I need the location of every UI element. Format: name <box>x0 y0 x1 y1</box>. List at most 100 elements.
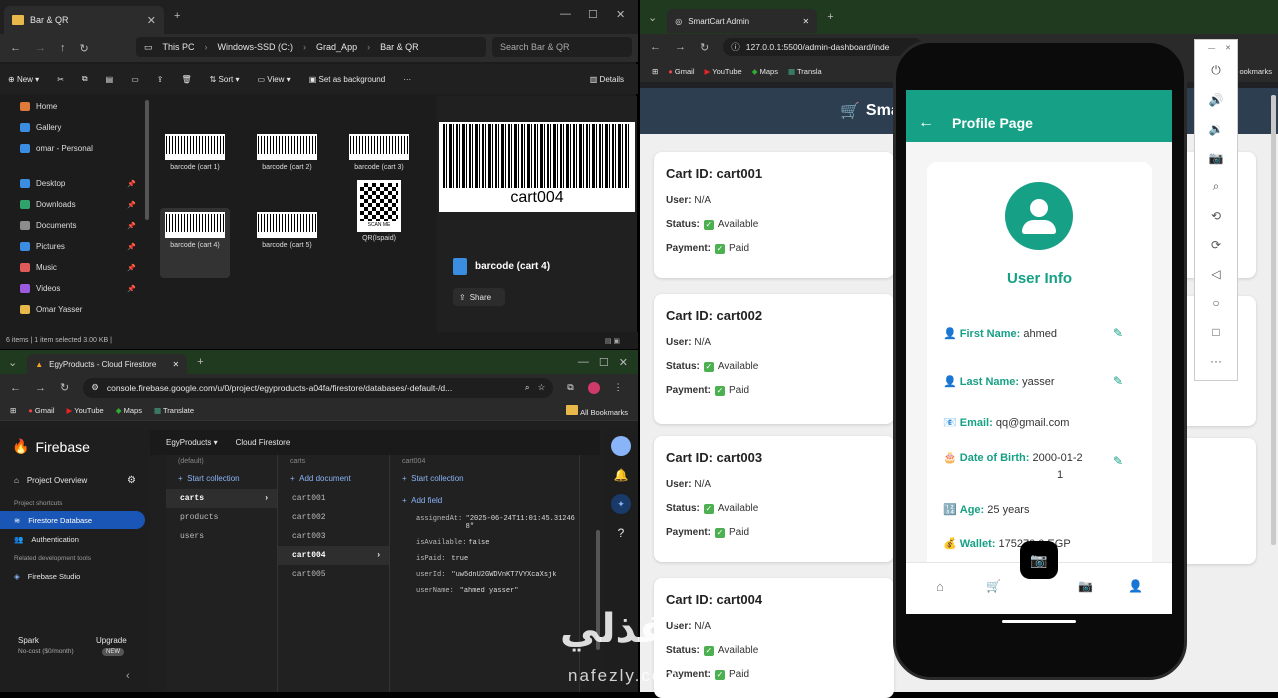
back-icon[interactable]: ← <box>10 42 21 54</box>
home-circle-icon[interactable]: ○ <box>1195 288 1237 317</box>
nav-authentication[interactable]: 👥 Authentication <box>0 529 150 549</box>
sidebar-scrollbar[interactable] <box>145 100 149 220</box>
add-action-button[interactable]: + Start collection <box>166 467 277 489</box>
close-window-icon[interactable]: ✕ <box>616 8 625 21</box>
bookmark-gmail[interactable]: ● Gmail <box>28 406 54 415</box>
site-info-icon[interactable]: ⓘ <box>731 41 740 53</box>
explorer-search-input[interactable]: Search Bar & QR <box>492 37 632 57</box>
rename-icon[interactable]: ▭ <box>131 75 139 84</box>
bookmark-youtube[interactable]: ▶ YouTube <box>67 406 104 415</box>
volume-down-icon[interactable]: 🔉 <box>1195 114 1237 143</box>
sort-button[interactable]: ⇅ Sort ▾ <box>210 75 240 84</box>
breadcrumb-grad-app[interactable]: Grad_App <box>316 42 357 52</box>
file-thumbnail[interactable]: SCAN ME QR(Ispaid) <box>344 180 414 250</box>
delete-icon[interactable]: 🗑 <box>181 75 191 84</box>
more-icon[interactable]: ··· <box>403 75 411 84</box>
apps-icon[interactable]: ⊞ <box>652 67 658 76</box>
overview-square-icon[interactable]: □ <box>1195 317 1237 346</box>
cut-icon[interactable]: ✂ <box>57 75 64 84</box>
file-thumbnail[interactable]: barcode (cart 1) <box>160 130 230 200</box>
screenshot-icon[interactable]: 📷 <box>1195 143 1237 172</box>
forward-icon[interactable]: → <box>35 42 46 54</box>
add-action-button[interactable]: + Start collection <box>390 467 579 489</box>
new-tab-icon[interactable]: + <box>827 11 833 23</box>
document-field[interactable]: assignedAt: "2025-06-24T11:01:45.312468" <box>390 511 579 535</box>
smartcart-address-bar[interactable]: ⓘ 127.0.0.1:5500/admin-dashboard/inde <box>723 38 924 56</box>
bookmark-gmail[interactable]: ● Gmail <box>668 67 694 76</box>
breadcrumb-bar-qr[interactable]: Bar & QR <box>380 42 419 52</box>
share-button[interactable]: ⇪ Share <box>453 288 505 306</box>
copy-icon[interactable]: ⧉ <box>82 74 88 84</box>
close-tab-icon[interactable]: ✕ <box>147 14 156 27</box>
up-icon[interactable]: ↑ <box>60 42 66 54</box>
sidebar-item[interactable]: Home <box>0 96 150 117</box>
sidebar-item[interactable]: Downloads 📌 <box>0 194 150 215</box>
firebase-brand[interactable]: 🔥 Firebase <box>0 430 150 463</box>
firebase-tab[interactable]: ▲ EgyProducts - Cloud Firestore ✕ <box>27 354 188 374</box>
maximize-icon[interactable]: ☐ <box>588 8 598 21</box>
refresh-icon[interactable]: ↻ <box>80 42 89 55</box>
minimize-icon[interactable]: — <box>560 8 571 20</box>
back-arrow-icon[interactable]: ← <box>918 114 934 132</box>
reload-icon[interactable]: ↻ <box>60 381 69 394</box>
project-selector[interactable]: EgyProducts ▾ <box>166 438 218 447</box>
breadcrumb-this-pc[interactable]: This PC <box>163 42 195 52</box>
firestore-list-item[interactable]: cart001 <box>278 489 389 508</box>
home-nav-icon[interactable]: ⌂ <box>936 579 944 594</box>
add-action-button[interactable]: + Add document <box>278 467 389 489</box>
sidebar-item[interactable]: Music 📌 <box>0 257 150 278</box>
notifications-icon[interactable]: 🔔 <box>604 468 638 482</box>
tab-search-icon[interactable]: ⌄ <box>648 11 657 24</box>
forward-icon[interactable]: → <box>35 382 46 394</box>
firestore-list-item[interactable]: cart005 <box>278 565 389 584</box>
sidebar-item[interactable]: Videos 📌 <box>0 278 150 299</box>
minimize-icon[interactable]: — <box>578 356 589 368</box>
account-avatar[interactable] <box>611 436 631 456</box>
close-window-icon[interactable]: ✕ <box>619 356 628 369</box>
bookmarks-tail[interactable]: ookmarks <box>1239 67 1272 76</box>
share-icon[interactable]: ⇪ <box>157 75 164 84</box>
edit-pencil-icon[interactable]: ✎ <box>1113 326 1123 340</box>
document-field[interactable]: userName: "ahmed yasser" <box>390 583 579 599</box>
help-icon[interactable]: ? <box>604 526 638 540</box>
edit-pencil-icon[interactable]: ✎ <box>1113 374 1123 388</box>
nav-firebase-studio[interactable]: ◈ Firebase Studio <box>0 566 150 586</box>
tab-search-icon[interactable]: ⌄ <box>8 356 17 369</box>
bookmark-maps[interactable]: ◆ Maps <box>752 67 778 76</box>
bookmark-star-icon[interactable]: ☆ <box>538 382 546 393</box>
power-icon[interactable]: ⏻ <box>1195 56 1237 85</box>
rotate-left-icon[interactable]: ⟲ <box>1195 201 1237 230</box>
chrome-menu-icon[interactable]: ⋮ <box>614 382 623 393</box>
smartcart-tab[interactable]: ◎ SmartCart Admin ✕ <box>667 9 818 33</box>
upgrade-link[interactable]: Upgrade <box>96 636 127 645</box>
view-toggle-icons[interactable]: ▤ ▣ <box>605 337 620 345</box>
new-button[interactable]: ⊕ New ▾ <box>8 75 39 84</box>
bookmark-maps[interactable]: ◆ Maps <box>116 406 142 415</box>
camera-nav-icon[interactable]: 📷 <box>1078 579 1093 593</box>
file-thumbnail[interactable]: barcode (cart 5) <box>252 208 322 278</box>
explorer-tab[interactable]: Bar & QR ✕ <box>4 6 164 34</box>
forward-icon[interactable]: → <box>675 41 686 53</box>
sidebar-item[interactable]: Desktop 📌 <box>0 173 150 194</box>
back-icon[interactable]: ← <box>650 41 661 53</box>
settings-gear-icon[interactable]: ⚙ <box>127 475 136 486</box>
new-tab-icon[interactable]: + <box>197 356 203 368</box>
view-button[interactable]: ▭ View ▾ <box>257 75 290 84</box>
gemini-icon[interactable]: ✦ <box>611 494 631 514</box>
scan-fab-button[interactable]: 📷 <box>1020 541 1058 579</box>
back-icon[interactable]: ← <box>10 382 21 394</box>
page-scrollbar[interactable] <box>1271 95 1276 545</box>
sidebar-item[interactable]: Pictures 📌 <box>0 236 150 257</box>
bookmark-youtube[interactable]: ▶ YouTube <box>705 67 742 76</box>
cart-nav-icon[interactable]: 🛒 <box>986 579 1001 593</box>
back-triangle-icon[interactable]: ◁ <box>1195 259 1237 288</box>
close-tab-icon[interactable]: ✕ <box>173 360 180 369</box>
emulator-window-controls[interactable]: — ✕ <box>1195 40 1237 56</box>
firestore-list-item[interactable]: products <box>166 508 277 527</box>
firebase-address-bar[interactable]: ⚙ console.firebase.google.com/u/0/projec… <box>83 377 554 398</box>
apps-icon[interactable]: ⊞ <box>10 406 16 415</box>
edit-pencil-icon[interactable]: ✎ <box>1113 454 1123 468</box>
bookmark-translate[interactable]: ▦ Transla <box>788 67 822 76</box>
project-overview-link[interactable]: ⌂ Project Overview ⚙ <box>0 469 150 492</box>
set-background-button[interactable]: ▣ Set as background <box>309 75 386 84</box>
